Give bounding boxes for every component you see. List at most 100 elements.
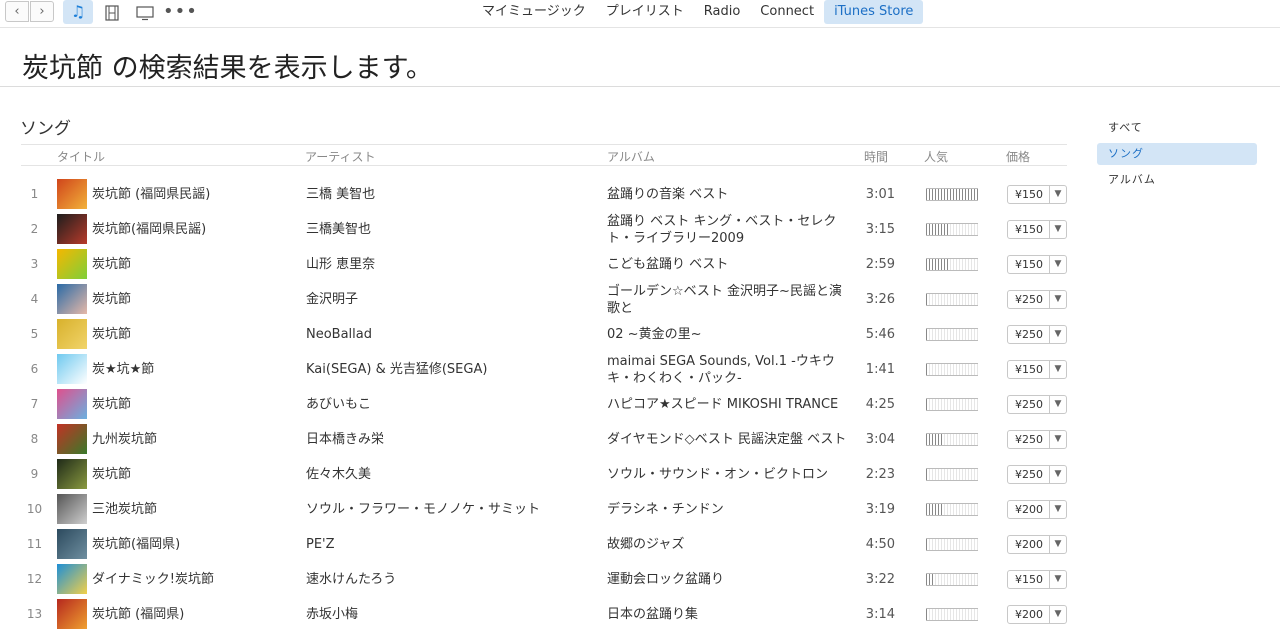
album-name[interactable]: ダイヤモンド◇ベスト 民謡決定盤 ベスト [607, 422, 846, 457]
buy-button[interactable]: ¥150 ▼ [1007, 360, 1067, 379]
chevron-down-icon[interactable]: ▼ [1049, 326, 1066, 343]
album-art[interactable] [57, 564, 87, 594]
album-art[interactable] [57, 319, 87, 349]
buy-button[interactable]: ¥250 ▼ [1007, 395, 1067, 414]
artist-name[interactable]: ソウル・フラワー・モノノケ・サミット [306, 492, 540, 527]
column-artist[interactable]: アーティスト [305, 148, 376, 165]
album-art[interactable] [57, 494, 87, 524]
chevron-down-icon[interactable]: ▼ [1049, 536, 1066, 553]
buy-button[interactable]: ¥250 ▼ [1007, 430, 1067, 449]
song-title[interactable]: 炭坑節 (福岡県民謡) [92, 177, 210, 212]
artist-name[interactable]: 速水けんたろう [306, 562, 396, 597]
album-art[interactable] [57, 284, 87, 314]
chevron-down-icon[interactable]: ▼ [1049, 221, 1066, 238]
album-art[interactable] [57, 214, 87, 244]
buy-button[interactable]: ¥150 ▼ [1007, 255, 1067, 274]
song-title[interactable]: 三池炭坑節 [92, 492, 157, 527]
table-row[interactable]: 10 三池炭坑節 ソウル・フラワー・モノノケ・サミット デラシネ・チンドン 3:19 ¥2… [21, 492, 1067, 527]
filter-1[interactable]: ソング [1097, 143, 1257, 165]
album-name[interactable]: こども盆踊り ベスト [607, 247, 843, 282]
artist-name[interactable]: 山形 恵里奈 [306, 247, 375, 282]
more-dots-icon[interactable]: ••• [163, 0, 197, 24]
forward-button[interactable]: › [30, 1, 54, 22]
album-art[interactable] [57, 179, 87, 209]
filter-2[interactable]: アルバム [1097, 169, 1257, 191]
song-title[interactable]: 九州炭坑節 [92, 422, 157, 457]
chevron-down-icon[interactable]: ▼ [1049, 361, 1066, 378]
song-title[interactable]: 炭坑節 [92, 387, 131, 422]
buy-button[interactable]: ¥250 ▼ [1007, 325, 1067, 344]
music-note-icon[interactable]: ♫ [63, 0, 93, 24]
chevron-down-icon[interactable]: ▼ [1049, 431, 1066, 448]
table-row[interactable]: 11 炭坑節(福岡県) PE'Z 故郷のジャズ 4:50 ¥200 ▼ [21, 527, 1067, 562]
column-time[interactable]: 時間 [864, 148, 888, 165]
song-title[interactable]: ダイナミック!炭坑節 [92, 562, 214, 597]
album-name[interactable]: 故郷のジャズ [607, 527, 843, 562]
table-row[interactable]: 12 ダイナミック!炭坑節 速水けんたろう 運動会ロック盆踊り 3:22 ¥150 ▼ [21, 562, 1067, 597]
album-art[interactable] [57, 529, 87, 559]
table-row[interactable]: 3 炭坑節 山形 恵里奈 こども盆踊り ベスト 2:59 ¥150 ▼ [21, 247, 1067, 282]
table-row[interactable]: 13 炭坑節 (福岡県) 赤坂小梅 日本の盆踊り集 3:14 ¥200 ▼ [21, 597, 1067, 632]
album-name[interactable]: 盆踊り ベスト キング・ベスト・セレクト・ライブラリー2009 [607, 212, 843, 247]
song-title[interactable]: 炭坑節 [92, 282, 131, 317]
artist-name[interactable]: 金沢明子 [306, 282, 358, 317]
album-name[interactable]: 運動会ロック盆踊り [607, 562, 843, 597]
table-row[interactable]: 1 炭坑節 (福岡県民謡) 三橋 美智也 盆踊りの音楽 ベスト 3:01 ¥150 ▼ [21, 177, 1067, 212]
song-title[interactable]: 炭坑節 [92, 317, 131, 352]
album-name[interactable]: ゴールデン☆ベスト 金沢明子~民謡と演歌と [607, 282, 843, 317]
tab-0[interactable]: マイミュージック [472, 0, 596, 24]
chevron-down-icon[interactable]: ▼ [1049, 186, 1066, 203]
artist-name[interactable]: 赤坂小梅 [306, 597, 358, 632]
chevron-down-icon[interactable]: ▼ [1049, 571, 1066, 588]
album-art[interactable] [57, 599, 87, 629]
table-row[interactable]: 9 炭坑節 佐々木久美 ソウル・サウンド・オン・ビクトロン 2:23 ¥250 ▼ [21, 457, 1067, 492]
album-art[interactable] [57, 249, 87, 279]
artist-name[interactable]: 佐々木久美 [306, 457, 371, 492]
buy-button[interactable]: ¥150 ▼ [1007, 185, 1067, 204]
buy-button[interactable]: ¥150 ▼ [1007, 220, 1067, 239]
album-art[interactable] [57, 459, 87, 489]
song-title[interactable]: 炭坑節(福岡県民謡) [92, 212, 206, 247]
tv-icon[interactable] [130, 0, 160, 24]
buy-button[interactable]: ¥200 ▼ [1007, 605, 1067, 624]
album-name[interactable]: デラシネ・チンドン [607, 492, 843, 527]
song-title[interactable]: 炭★坑★節 [92, 352, 154, 387]
artist-name[interactable]: Kai(SEGA) & 光吉猛修(SEGA) [306, 352, 487, 387]
back-button[interactable]: ‹ [5, 1, 29, 22]
artist-name[interactable]: PE'Z [306, 527, 335, 562]
album-name[interactable]: 盆踊りの音楽 ベスト [607, 177, 843, 212]
tab-4[interactable]: iTunes Store [824, 0, 924, 24]
artist-name[interactable]: NeoBallad [306, 317, 372, 352]
chevron-down-icon[interactable]: ▼ [1049, 466, 1066, 483]
album-art[interactable] [57, 354, 87, 384]
artist-name[interactable]: 三橋美智也 [306, 212, 371, 247]
table-row[interactable]: 4 炭坑節 金沢明子 ゴールデン☆ベスト 金沢明子~民謡と演歌と 3:26 ¥250 ▼ [21, 282, 1067, 317]
column-price[interactable]: 価格 [1006, 148, 1030, 165]
chevron-down-icon[interactable]: ▼ [1049, 501, 1066, 518]
artist-name[interactable]: 日本橋きみ栄 [306, 422, 384, 457]
album-art[interactable] [57, 389, 87, 419]
album-art[interactable] [57, 424, 87, 454]
chevron-down-icon[interactable]: ▼ [1049, 291, 1066, 308]
table-row[interactable]: 2 炭坑節(福岡県民謡) 三橋美智也 盆踊り ベスト キング・ベスト・セレクト・ライブ… [21, 212, 1067, 247]
song-title[interactable]: 炭坑節 [92, 457, 131, 492]
table-row[interactable]: 5 炭坑節 NeoBallad 02 ~黄金の里~ 5:46 ¥250 ▼ [21, 317, 1067, 352]
buy-button[interactable]: ¥200 ▼ [1007, 535, 1067, 554]
column-album[interactable]: アルバム [607, 148, 655, 165]
song-title[interactable]: 炭坑節 (福岡県) [92, 597, 184, 632]
buy-button[interactable]: ¥250 ▼ [1007, 290, 1067, 309]
tab-3[interactable]: Connect [750, 0, 824, 24]
tab-2[interactable]: Radio [694, 0, 751, 24]
song-title[interactable]: 炭坑節(福岡県) [92, 527, 180, 562]
buy-button[interactable]: ¥200 ▼ [1007, 500, 1067, 519]
chevron-down-icon[interactable]: ▼ [1049, 396, 1066, 413]
buy-button[interactable]: ¥250 ▼ [1007, 465, 1067, 484]
album-name[interactable]: 日本の盆踊り集 [607, 597, 843, 632]
chevron-down-icon[interactable]: ▼ [1049, 256, 1066, 273]
artist-name[interactable]: 三橋 美智也 [306, 177, 375, 212]
film-icon[interactable] [97, 0, 127, 24]
artist-name[interactable]: あびいもこ [306, 387, 371, 422]
song-title[interactable]: 炭坑節 [92, 247, 131, 282]
table-row[interactable]: 6 炭★坑★節 Kai(SEGA) & 光吉猛修(SEGA) maimai SEGA … [21, 352, 1067, 387]
column-title[interactable]: タイトル [57, 148, 105, 165]
